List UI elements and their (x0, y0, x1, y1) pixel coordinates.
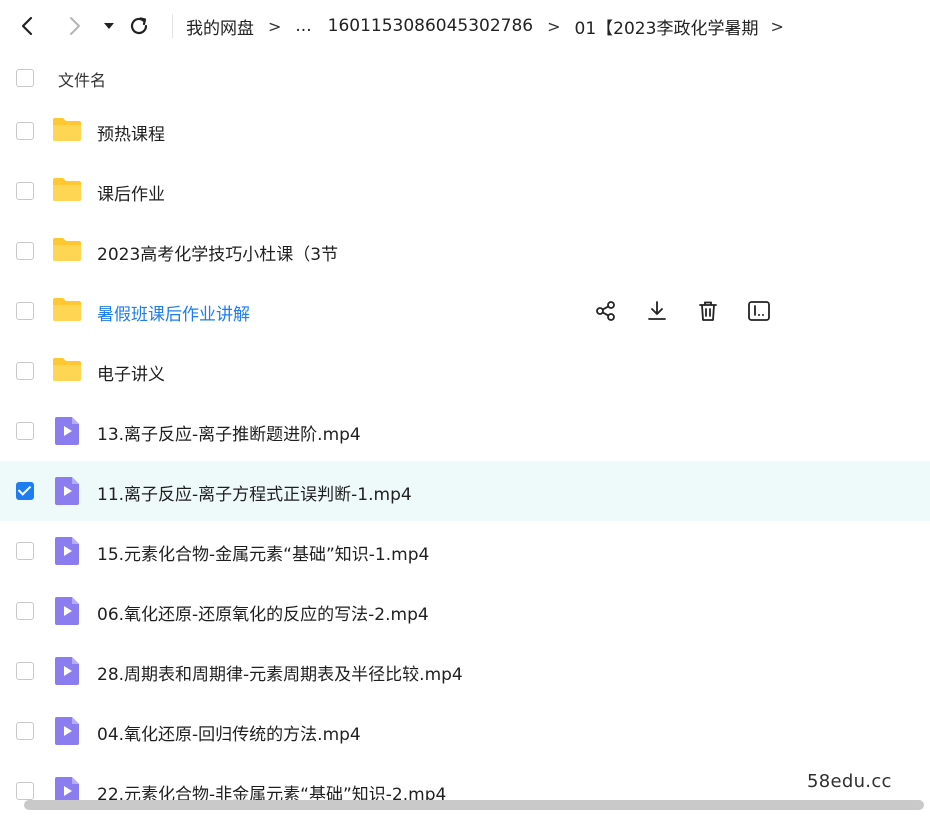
file-row[interactable]: 22.元素化合物-非金属元素“基础”知识-2.mp4 (0, 761, 930, 821)
folder-icon (52, 356, 82, 386)
file-row[interactable]: 11.离子反应-离子方程式正误判断-1.mp4 (0, 461, 930, 521)
file-name[interactable]: 06.氧化还原-还原氧化的反应的写法-2.mp4 (97, 600, 429, 625)
delete-icon (697, 300, 719, 322)
horizontal-scrollbar[interactable] (24, 800, 924, 810)
folder-icon (52, 176, 82, 206)
row-checkbox[interactable] (16, 122, 34, 140)
breadcrumb-item-ellipsis[interactable]: ... (295, 16, 311, 36)
history-dropdown-button[interactable] (95, 12, 123, 40)
breadcrumb-separator: > (268, 16, 282, 36)
row-actions (592, 297, 796, 325)
file-name[interactable]: 04.氧化还原-回归传统的方法.mp4 (97, 720, 361, 745)
chevron-left-icon (21, 16, 33, 36)
file-name[interactable]: 11.离子反应-离子方程式正误判断-1.mp4 (97, 480, 412, 505)
column-header-filename: 文件名 (58, 71, 107, 90)
video-file-icon (54, 716, 80, 750)
breadcrumb-separator: > (547, 16, 561, 36)
file-name[interactable]: 2023高考化学技巧小杜课（3节 (97, 240, 338, 265)
file-name[interactable]: 预热课程 (97, 120, 165, 145)
select-all-checkbox[interactable] (16, 69, 34, 87)
rename-icon (747, 300, 771, 322)
folder-icon (52, 236, 82, 266)
file-name[interactable]: 15.元素化合物-金属元素“基础”知识-1.mp4 (97, 540, 429, 565)
navigation-toolbar: 我的网盘 > ... 1601153086045302786 > 01【2023… (0, 0, 930, 52)
video-file-icon (54, 416, 80, 450)
delete-button[interactable] (694, 297, 722, 325)
folder-icon (52, 116, 82, 146)
file-name[interactable]: 课后作业 (97, 180, 165, 205)
folder-row[interactable]: 课后作业 (0, 161, 930, 221)
file-row[interactable]: 15.元素化合物-金属元素“基础”知识-1.mp4 (0, 521, 930, 581)
share-button[interactable] (592, 297, 620, 325)
folder-icon (52, 296, 82, 326)
row-checkbox[interactable] (16, 662, 34, 680)
row-checkbox[interactable] (16, 422, 34, 440)
forward-button[interactable] (60, 12, 88, 40)
file-name[interactable]: 13.离子反应-离子推断题进阶.mp4 (97, 420, 361, 445)
file-row[interactable]: 28.周期表和周期律-元素周期表及半径比较.mp4 (0, 641, 930, 701)
folder-row[interactable]: 电子讲义 (0, 341, 930, 401)
row-checkbox[interactable] (16, 482, 34, 500)
refresh-icon (130, 17, 148, 35)
refresh-button[interactable] (125, 12, 153, 40)
row-checkbox[interactable] (16, 602, 34, 620)
share-icon (595, 300, 617, 322)
row-checkbox[interactable] (16, 722, 34, 740)
video-file-icon (54, 656, 80, 690)
rename-button[interactable] (745, 297, 773, 325)
breadcrumb-item-current[interactable]: 01【2023李政化学暑期 (575, 14, 759, 39)
breadcrumb: 我的网盘 > ... 1601153086045302786 > 01【2023… (186, 0, 798, 52)
file-row[interactable]: 04.氧化还原-回归传统的方法.mp4 (0, 701, 930, 761)
file-row[interactable]: 13.离子反应-离子推断题进阶.mp4 (0, 401, 930, 461)
toolbar-divider (172, 14, 173, 38)
row-checkbox[interactable] (16, 542, 34, 560)
breadcrumb-item-root[interactable]: 我的网盘 (186, 14, 254, 39)
download-button[interactable] (643, 297, 671, 325)
row-checkbox[interactable] (16, 242, 34, 260)
download-icon (646, 300, 668, 322)
back-button[interactable] (14, 12, 42, 40)
file-name[interactable]: 暑假班课后作业讲解 (97, 300, 250, 325)
video-file-icon (54, 476, 80, 510)
folder-row[interactable]: 暑假班课后作业讲解 (0, 281, 930, 341)
folder-row[interactable]: 预热课程 (0, 101, 930, 161)
watermark: 58edu.cc (807, 771, 892, 792)
file-row[interactable]: 06.氧化还原-还原氧化的反应的写法-2.mp4 (0, 581, 930, 641)
breadcrumb-item-folder-id[interactable]: 1601153086045302786 (328, 16, 534, 36)
file-list-header: 文件名 (0, 52, 930, 104)
caret-down-icon (104, 23, 114, 29)
row-checkbox[interactable] (16, 362, 34, 380)
breadcrumb-separator: > (770, 16, 784, 36)
row-checkbox[interactable] (16, 782, 34, 800)
file-name[interactable]: 28.周期表和周期律-元素周期表及半径比较.mp4 (97, 660, 463, 685)
video-file-icon (54, 536, 80, 570)
row-checkbox[interactable] (16, 182, 34, 200)
row-checkbox[interactable] (16, 302, 34, 320)
video-file-icon (54, 596, 80, 630)
chevron-right-icon (70, 17, 80, 35)
file-name[interactable]: 电子讲义 (97, 360, 165, 385)
folder-row[interactable]: 2023高考化学技巧小杜课（3节 (0, 221, 930, 281)
